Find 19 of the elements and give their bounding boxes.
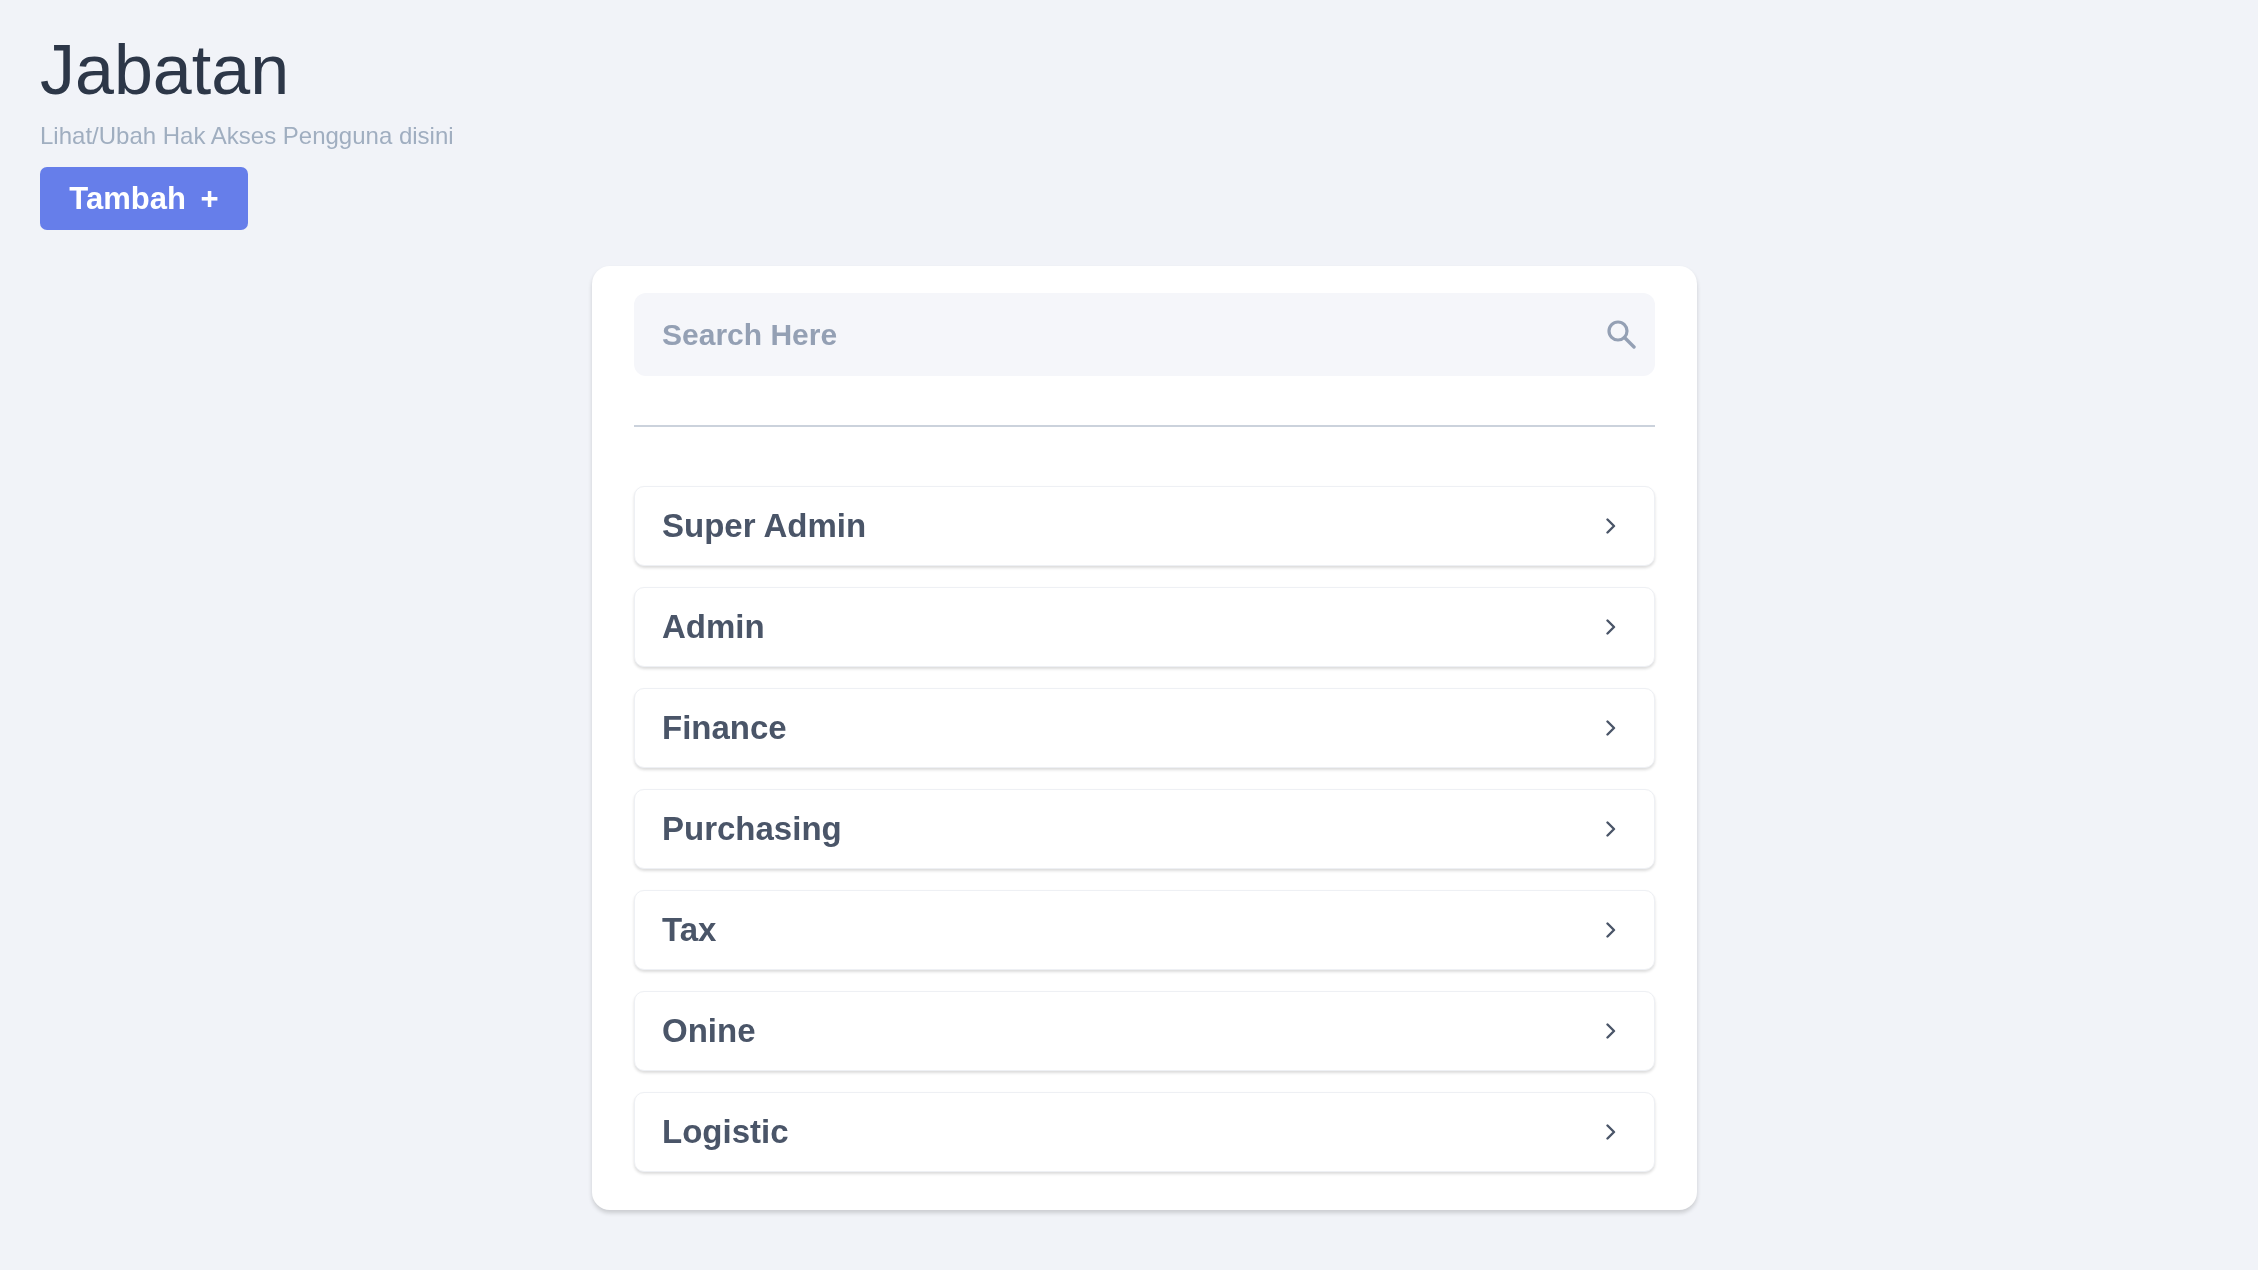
chevron-right-icon <box>1606 821 1616 838</box>
page-subtitle: Lihat/Ubah Hak Akses Pengguna disini <box>40 121 454 151</box>
role-item[interactable]: Finance <box>634 688 1655 769</box>
add-button[interactable]: Tambah + <box>40 167 248 231</box>
chevron-right-icon <box>1606 720 1616 737</box>
role-item[interactable]: Super Admin <box>634 486 1655 567</box>
chevron-right-icon <box>1606 1023 1616 1040</box>
page-title: Jabatan <box>40 30 290 111</box>
role-item[interactable]: Tax <box>634 890 1655 971</box>
search-icon[interactable] <box>1606 319 1636 350</box>
role-item[interactable]: Logistic <box>634 1092 1655 1173</box>
chevron-right-icon <box>1606 922 1616 939</box>
search-field[interactable]: Search Here <box>634 293 1655 377</box>
chevron-right-icon <box>1606 1124 1616 1141</box>
role-item[interactable]: Admin <box>634 587 1655 668</box>
role-item[interactable]: Purchasing <box>634 789 1655 870</box>
role-item[interactable]: Onine <box>634 991 1655 1072</box>
chevron-right-icon <box>1606 619 1616 636</box>
chevron-right-icon <box>1606 518 1616 535</box>
